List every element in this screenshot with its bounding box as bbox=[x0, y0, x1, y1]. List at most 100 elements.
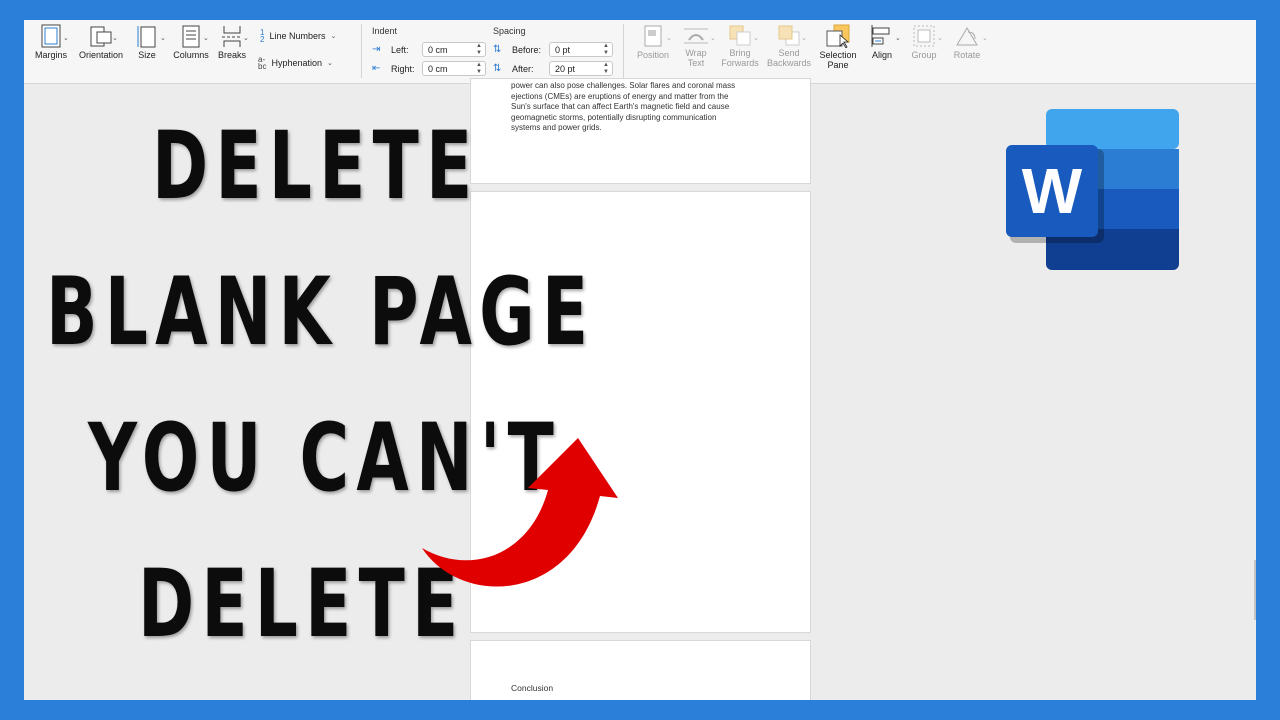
position-button[interactable]: Position bbox=[632, 24, 674, 60]
spacing-before-field[interactable]: 0 pt ▲ ▼ bbox=[549, 42, 613, 57]
send-backwards-label-line-1: Send bbox=[778, 48, 800, 58]
indent-left-label: Left: bbox=[391, 45, 409, 55]
bring-forwards-label-line-1: Bring bbox=[729, 48, 751, 58]
size-label: Size bbox=[138, 50, 156, 60]
line-numbers-icon: 12 bbox=[260, 28, 265, 44]
spacing-after-icon: ⇅ bbox=[493, 63, 502, 74]
group-icon bbox=[913, 25, 935, 47]
indent-right-icon: ⇤ bbox=[372, 63, 381, 74]
rotate-icon bbox=[956, 27, 978, 46]
page-1-text: power can also pose challenges. Solar fl… bbox=[511, 81, 781, 134]
stepper-icon[interactable]: ▲ ▼ bbox=[603, 62, 609, 76]
breaks-label: Breaks bbox=[217, 50, 246, 60]
headline-line-1: DELETE bbox=[152, 112, 480, 221]
align-button[interactable]: Align bbox=[864, 24, 900, 60]
bring-forwards-label-line-2: Forwards bbox=[721, 58, 759, 68]
chevron-down-icon[interactable]: ⌄ bbox=[937, 34, 943, 42]
chevron-down-icon[interactable]: ⌄ bbox=[112, 34, 118, 42]
hyphenation-button[interactable]: a-bc Hyphenation ⌄ bbox=[258, 55, 333, 71]
indent-right-field[interactable]: 0 cm ▲ ▼ bbox=[422, 61, 486, 76]
columns-label: Columns bbox=[173, 50, 209, 60]
chevron-down-icon[interactable]: ⌄ bbox=[160, 34, 166, 42]
position-icon bbox=[644, 25, 662, 47]
document-page-1[interactable]: power can also pose challenges. Solar fl… bbox=[470, 78, 811, 184]
orientation-icon bbox=[90, 26, 112, 47]
ribbon-divider bbox=[361, 24, 362, 78]
align-icon bbox=[871, 25, 890, 47]
wrap-text-label-line-2: Text bbox=[687, 58, 705, 68]
chevron-down-icon[interactable]: ⌄ bbox=[801, 34, 807, 42]
word-logo-icon: W bbox=[1006, 109, 1179, 270]
indent-left-icon: ⇥ bbox=[372, 44, 381, 55]
stepper-icon[interactable]: ▲ ▼ bbox=[603, 43, 609, 57]
chevron-down-icon[interactable]: ⌄ bbox=[243, 34, 249, 42]
indent-title: Indent bbox=[372, 26, 398, 36]
orientation-button[interactable]: Orientation bbox=[74, 24, 128, 60]
stepper-icon[interactable]: ▲ ▼ bbox=[476, 43, 482, 57]
chevron-down-icon[interactable]: ⌄ bbox=[710, 34, 716, 42]
chevron-down-icon[interactable]: ⌄ bbox=[666, 34, 672, 42]
send-backwards-label: Send Backwards bbox=[764, 48, 814, 68]
columns-button[interactable]: Columns bbox=[169, 24, 213, 60]
spacing-after-value: 20 pt bbox=[555, 64, 576, 74]
spacing-title: Spacing bbox=[493, 26, 526, 36]
chevron-down-icon[interactable]: ⌄ bbox=[895, 34, 901, 42]
rotate-label: Rotate bbox=[953, 50, 981, 60]
chevron-down-icon[interactable]: ⌄ bbox=[982, 34, 988, 42]
hyphenation-icon: a-bc bbox=[258, 55, 267, 71]
chevron-down-icon: ⌄ bbox=[330, 33, 337, 40]
layout-ribbon: Margins ⌄ Orientation ⌄ Size ⌄ Columns ⌄… bbox=[24, 20, 1256, 84]
indent-left-value: 0 cm bbox=[428, 45, 448, 55]
selection-pane-label: Selection Pane bbox=[814, 50, 862, 70]
selection-pane-label-line-2: Pane bbox=[827, 60, 849, 70]
line-numbers-label: Line Numbers bbox=[269, 31, 326, 41]
spacing-before-icon: ⇅ bbox=[493, 44, 502, 55]
stepper-icon[interactable]: ▲ ▼ bbox=[476, 62, 482, 76]
position-label: Position bbox=[636, 50, 670, 60]
group-label: Group bbox=[911, 50, 937, 60]
wrap-text-label: Wrap Text bbox=[676, 48, 716, 68]
indent-right-label: Right: bbox=[391, 64, 415, 74]
headline-line-2: BLANK PAGE bbox=[46, 258, 596, 367]
orientation-label: Orientation bbox=[78, 50, 124, 60]
headline-line-4: DELETE bbox=[138, 550, 466, 659]
breaks-button[interactable]: Breaks bbox=[214, 24, 250, 60]
wrap-text-icon bbox=[684, 28, 708, 44]
indent-left-field[interactable]: 0 cm ▲ ▼ bbox=[422, 42, 486, 57]
text-line: Sun's surface that can affect Earth's ma… bbox=[511, 102, 730, 112]
wrap-text-label-line-1: Wrap bbox=[685, 48, 707, 58]
size-button[interactable]: Size bbox=[132, 24, 162, 60]
margins-label: Margins bbox=[34, 50, 67, 60]
chevron-down-icon[interactable]: ⌄ bbox=[753, 34, 759, 42]
breaks-icon bbox=[222, 26, 242, 47]
margins-icon bbox=[41, 24, 61, 48]
line-numbers-button[interactable]: 12 Line Numbers ⌄ bbox=[260, 28, 337, 44]
margins-button[interactable]: Margins bbox=[32, 24, 70, 60]
spacing-after-label: After: bbox=[512, 64, 534, 74]
chevron-down-icon[interactable]: ⌄ bbox=[63, 34, 69, 42]
size-icon bbox=[137, 26, 156, 48]
hyphenation-label: Hyphenation bbox=[271, 58, 322, 68]
document-page-3[interactable]: Conclusion bbox=[470, 640, 811, 700]
wrap-text-button[interactable]: Wrap Text bbox=[676, 24, 716, 68]
bring-forwards-button[interactable]: Bring Forwards bbox=[717, 24, 763, 68]
send-backwards-button[interactable]: Send Backwards bbox=[764, 24, 814, 68]
send-backwards-label-line-2: Backwards bbox=[766, 58, 811, 68]
scrollbar[interactable] bbox=[1254, 560, 1256, 620]
logo-band bbox=[1046, 109, 1179, 149]
group-button[interactable]: Group bbox=[904, 24, 944, 60]
spacing-before-label: Before: bbox=[512, 45, 542, 55]
chevron-down-icon: ⌄ bbox=[327, 60, 333, 67]
red-arrow-icon bbox=[422, 438, 618, 587]
selection-pane-icon bbox=[826, 24, 850, 48]
bring-forwards-icon bbox=[729, 25, 751, 46]
rotate-button[interactable]: Rotate bbox=[946, 24, 988, 60]
chevron-down-icon[interactable]: ⌄ bbox=[203, 34, 209, 42]
spacing-before-value: 0 pt bbox=[555, 45, 571, 55]
selection-pane-button[interactable]: Selection Pane bbox=[814, 24, 862, 70]
text-line: systems and power grids. bbox=[511, 123, 602, 133]
text-line: power can also pose challenges. Solar fl… bbox=[511, 81, 736, 90]
align-label: Align bbox=[871, 50, 892, 60]
bring-forwards-label: Bring Forwards bbox=[717, 48, 763, 68]
spacing-after-field[interactable]: 20 pt ▲ ▼ bbox=[549, 61, 613, 76]
